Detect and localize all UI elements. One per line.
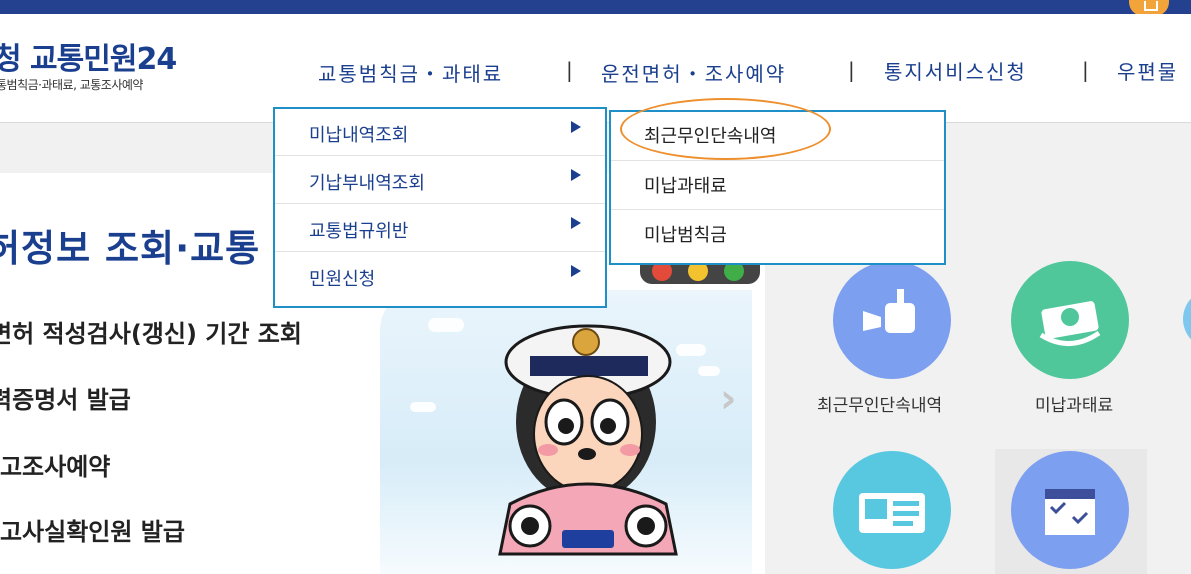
hero-link-accident-confirmation[interactable]: -고사실확인원 발급 <box>0 512 185 547</box>
submenu-item-unpaid-penalty[interactable]: 미납과태료 <box>611 161 944 210</box>
gnb-item-fines[interactable]: 교통범칙금・과태료 <box>318 58 503 87</box>
site-logo[interactable]: 청 교통민원24 <box>0 34 177 78</box>
quick-item-reservation[interactable] <box>1011 451 1129 569</box>
gnb-item-license[interactable]: 운전면허・조사예약 <box>601 58 786 87</box>
quick-item-enforcement[interactable] <box>833 261 951 379</box>
money-icon <box>1039 301 1101 346</box>
menu-item-violation[interactable]: 교통법규위반 <box>275 205 605 252</box>
camera-icon <box>863 289 915 333</box>
menu-item-paid-inquiry[interactable]: 기납부내역조회 <box>275 157 605 204</box>
id-card-icon <box>859 493 925 533</box>
menu-item-label: 교통법규위반 <box>309 221 409 242</box>
gnb-separator: | <box>1082 58 1089 82</box>
menu-item-label: 기납부내역조회 <box>309 173 425 194</box>
gnb-item-mail[interactable]: 우편물 <box>1117 56 1178 85</box>
quick-item-more[interactable] <box>1183 289 1191 349</box>
police-mascot-illustration <box>498 324 678 556</box>
calendar-icon <box>1045 489 1095 535</box>
submenu-item-label: 미납과태료 <box>644 176 727 197</box>
menu-item-petition[interactable]: 민원신청 <box>275 253 605 300</box>
gnb-separator: | <box>566 58 573 82</box>
menu-item-label: 미납내역조회 <box>309 125 409 146</box>
caret-right-icon <box>571 265 581 277</box>
hero-title: 허정보 조회·교통 <box>0 227 261 270</box>
hero-link-license-renewal[interactable]: 면허 적성검사(갱신) 기간 조회 <box>0 314 302 349</box>
hero-link-accident-reservation[interactable]: -고조사예약 <box>0 447 110 482</box>
quick-item-unpaid-fines[interactable] <box>1011 261 1129 379</box>
menu-item-label: 민원신청 <box>309 269 376 290</box>
hero-link-record-certificate[interactable]: 력증명서 발급 <box>0 380 131 415</box>
gnb-item-notification[interactable]: 통지서비스신청 <box>884 56 1027 85</box>
submenu-item-unpaid-fine[interactable]: 미납범칙금 <box>611 210 944 259</box>
chevron-right-icon[interactable]: › <box>720 376 736 422</box>
menu-item-unpaid-inquiry[interactable]: 미납내역조회 <box>275 109 605 156</box>
highlight-annotation <box>620 98 831 160</box>
gnb-separator: | <box>848 58 855 82</box>
caret-right-icon <box>571 217 581 229</box>
hero-illustration <box>380 290 752 574</box>
fines-dropdown-menu: 미납내역조회 기납부내역조회 교통법규위반 민원신청 <box>273 107 607 308</box>
quick-label-enforcement[interactable]: 최근무인단속내역 <box>817 391 942 416</box>
submenu-item-label: 미납범칙금 <box>644 225 727 246</box>
site-logo-subtitle: 통범칙금·과태료, 교통조사예약 <box>0 78 143 92</box>
caret-right-icon <box>571 121 581 133</box>
top-bar <box>0 0 1191 16</box>
quick-label-unpaid-fines[interactable]: 미납과태료 <box>1035 391 1113 416</box>
caret-right-icon <box>571 169 581 181</box>
quick-item-id[interactable] <box>833 451 951 569</box>
